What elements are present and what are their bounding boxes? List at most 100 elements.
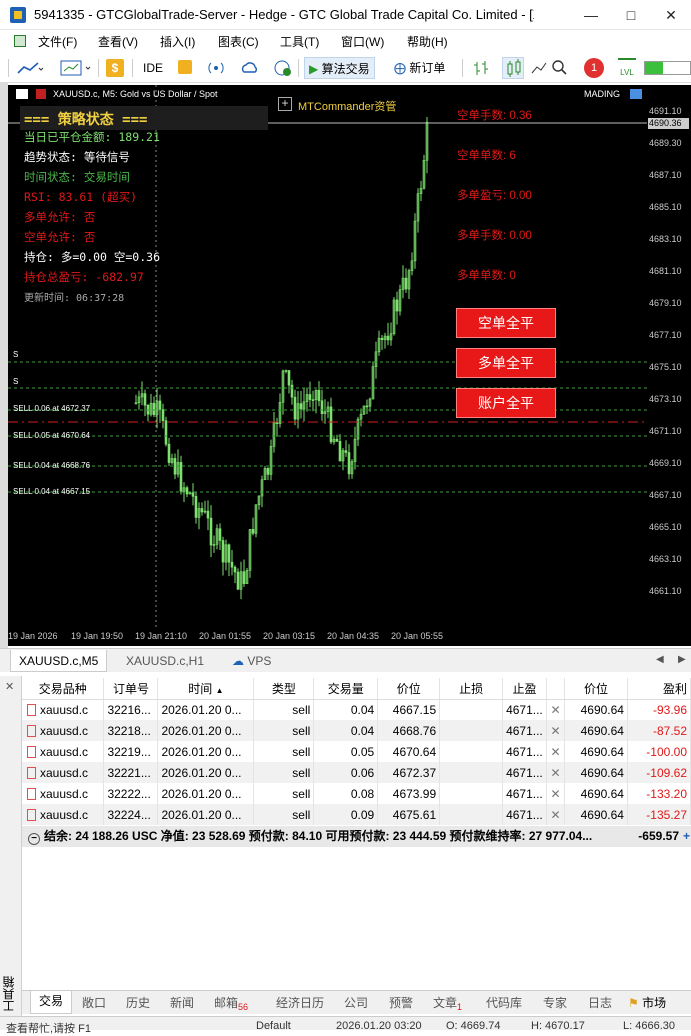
close-short-button[interactable]: 空单全平 [456,308,556,338]
candlestick-icon[interactable] [502,57,524,79]
sl-cell[interactable] [439,804,504,825]
col-sl[interactable]: 止损 [439,678,504,700]
table-row[interactable]: xauusd.c 32224... 2026.01.20 0... sell 0… [22,804,691,825]
sl-cell[interactable] [439,720,504,741]
tab-company[interactable]: 公司 [344,994,368,1011]
status-profile[interactable]: Default [256,1020,291,1032]
close-all-button[interactable]: 账户全平 [456,388,556,418]
col-tp[interactable]: 止盈 [502,678,548,700]
tp-cell[interactable]: 4671... [502,699,548,720]
tab-exposure[interactable]: 敞口 [82,994,106,1011]
tab-trade[interactable]: 交易 [30,991,73,1014]
remove-tp-icon[interactable]: ✕ [546,762,566,783]
tab-mailbox[interactable]: 邮箱56 [214,994,248,1012]
tp-cell[interactable]: 4671... [502,804,548,825]
ide-button[interactable]: IDE [143,57,163,79]
tp-cell[interactable]: 4671... [502,762,548,783]
chart-flag-icon [36,89,46,99]
col-profit[interactable]: 盈利 [627,678,691,700]
sl-cell[interactable] [439,762,504,783]
remove-tp-icon[interactable]: ✕ [546,720,566,741]
menu-help[interactable]: 帮助(H) [407,33,448,50]
col-ticket[interactable]: 订单号 [103,678,159,700]
close-icon[interactable]: ✕ [5,680,14,693]
tp-cell[interactable]: 4671... [502,741,548,762]
price-tick: 4689.30 [649,138,682,148]
menu-view[interactable]: 查看(V) [98,33,138,50]
bag-icon[interactable] [178,60,192,74]
s-mark: S [13,350,19,359]
candle-body [185,487,189,495]
tp-cell[interactable]: 4671... [502,783,548,804]
tab-xauusd-h1[interactable]: XAUUSD.c,H1 [118,650,212,672]
algo-trading-button[interactable]: ▶ 算法交易 [304,57,375,79]
scroll-left-icon[interactable]: ◀ [656,654,664,665]
collapse-icon[interactable]: − [28,833,40,845]
table-row[interactable]: xauusd.c 32216... 2026.01.20 0... sell 0… [22,699,691,720]
chart-template-icon[interactable] [60,59,92,81]
price-tick: 4665.10 [649,522,682,532]
remove-tp-icon[interactable]: ✕ [546,741,566,762]
sl-cell[interactable] [439,699,504,720]
close-long-button[interactable]: 多单全平 [456,348,556,378]
bar-chart-icon[interactable] [473,59,491,81]
add-icon[interactable]: + [683,826,690,847]
menu-window[interactable]: 窗口(W) [341,33,384,50]
tab-articles[interactable]: 文章1 [433,994,462,1012]
remove-tp-icon[interactable]: ✕ [546,699,566,720]
minimize-button[interactable]: — [571,0,611,30]
sl-cell[interactable] [439,783,504,804]
col-current-price[interactable]: 价位 [564,678,628,700]
menu-charts[interactable]: 图表(C) [218,33,259,50]
tab-experts[interactable]: 专家 [543,994,567,1011]
menu-tools[interactable]: 工具(T) [280,33,319,50]
dollar-icon[interactable]: $ [106,59,124,77]
line-chart-type-icon[interactable] [530,59,548,81]
tab-market[interactable]: ⚑ 市场 [628,994,666,1011]
menu-insert[interactable]: 插入(I) [160,33,195,50]
scroll-right-icon[interactable]: ▶ [678,654,686,665]
col-time[interactable]: 时间 ▲ [157,678,255,700]
col-type[interactable]: 类型 [253,678,315,700]
commander-label[interactable]: MTCommander资管 [298,98,396,114]
notifications-icon[interactable]: 1 [584,58,604,78]
tab-history[interactable]: 历史 [126,994,150,1011]
remove-tp-icon[interactable]: ✕ [546,783,566,804]
long-allowed-text: 多单允许: 否 [24,210,96,224]
new-order-button[interactable]: ⨁ 新订单 [392,57,447,79]
signal-strength-bar [644,61,691,75]
tab-codebase[interactable]: 代码库 [486,994,522,1011]
table-row[interactable]: xauusd.c 32222... 2026.01.20 0... sell 0… [22,783,691,804]
expand-icon[interactable]: + [278,97,292,111]
tab-journal[interactable]: 日志 [588,994,612,1011]
price-axis[interactable]: 4691.10 4690.36 4689.30 4687.10 4685.10 … [647,85,691,646]
time-axis[interactable]: 19 Jan 2026 19 Jan 19:50 19 Jan 21:10 20… [8,628,647,646]
tp-cell[interactable]: 4671... [502,720,548,741]
volume-cell: 0.06 [313,762,379,783]
sl-cell[interactable] [439,741,504,762]
menu-file[interactable]: 文件(F) [38,33,77,50]
vps-globe-icon[interactable] [273,59,293,81]
tab-xauusd-m5[interactable]: XAUUSD.c,M5 [10,650,108,672]
cloud-icon[interactable] [240,59,260,81]
remove-tp-icon[interactable]: ✕ [546,804,566,825]
signal-icon[interactable] [207,60,225,82]
price-chart[interactable]: XAUUSD.c, M5: Gold vs US Dollar / Spot +… [8,85,647,628]
table-row[interactable]: xauusd.c 32219... 2026.01.20 0... sell 0… [22,741,691,762]
col-volume[interactable]: 交易量 [313,678,379,700]
line-chart-icon[interactable] [16,61,44,83]
maximize-button[interactable]: □ [611,0,651,30]
tab-vps[interactable]: ☁ VPS [224,650,279,672]
chart-menu-icon[interactable] [16,89,28,99]
search-icon[interactable] [552,59,568,81]
lvl-icon[interactable]: LVL [618,58,636,78]
tab-alerts[interactable]: 预警 [389,994,413,1011]
account-summary-row[interactable]: − 结余: 24 188.26 USC 净值: 23 528.69 预付款: 84… [22,826,691,847]
tab-calendar[interactable]: 经济日历 [276,994,324,1011]
tab-news[interactable]: 新闻 [170,994,194,1011]
col-price[interactable]: 价位 [377,678,441,700]
table-row[interactable]: xauusd.c 32221... 2026.01.20 0... sell 0… [22,762,691,783]
table-row[interactable]: xauusd.c 32218... 2026.01.20 0... sell 0… [22,720,691,741]
col-symbol[interactable]: 交易品种 [22,678,105,700]
close-button[interactable]: ✕ [651,0,691,30]
